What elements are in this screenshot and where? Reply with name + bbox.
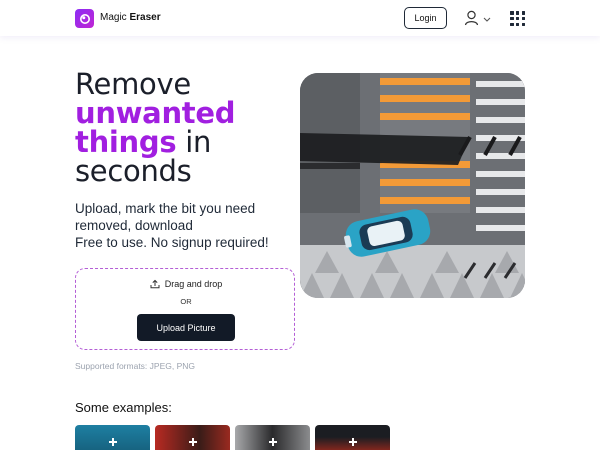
supported-formats: Supported formats: JPEG, PNG (75, 361, 195, 371)
top-navbar: Magic Eraser Login (0, 0, 600, 36)
example-thumbnail[interactable] (235, 425, 310, 450)
plus-icon (269, 438, 277, 446)
hero-title-line: Remove (75, 67, 191, 101)
magic-eraser-logo-icon[interactable] (75, 9, 94, 28)
subtitle-line: removed, download (75, 218, 193, 233)
hero-title: Remove unwanted things in seconds (75, 70, 295, 186)
plus-icon (349, 438, 357, 446)
user-menu[interactable] (464, 10, 494, 26)
brand-name[interactable]: Magic Eraser (100, 12, 161, 23)
subtitle-line: Upload, mark the bit you need (75, 201, 256, 216)
chevron-down-icon (483, 17, 491, 22)
brand-prefix: Magic (100, 12, 127, 23)
hero-subtitle: Upload, mark the bit you need removed, d… (75, 200, 295, 251)
example-thumbnail[interactable] (315, 425, 390, 450)
hero-title-accent: unwanted (75, 96, 236, 130)
hero-title-line: seconds (75, 154, 192, 188)
hero-example-image (300, 73, 525, 298)
plus-icon (189, 438, 197, 446)
plus-icon (109, 438, 117, 446)
upload-picture-button[interactable]: Upload Picture (137, 314, 235, 341)
subtitle-line: Free to use. No signup required! (75, 235, 269, 250)
example-thumbnail[interactable] (155, 425, 230, 450)
drag-and-drop-row: Drag and drop (76, 279, 296, 289)
or-separator: OR (180, 297, 192, 306)
brand-bold: Eraser (129, 12, 161, 23)
user-icon (464, 10, 479, 26)
example-thumbnail[interactable] (75, 425, 150, 450)
login-button[interactable]: Login (404, 7, 447, 29)
examples-heading: Some examples: (75, 400, 172, 415)
drag-and-drop-label: Drag and drop (164, 279, 223, 289)
drop-zone[interactable]: Drag and drop OR Upload Picture (75, 268, 295, 350)
upload-icon (150, 279, 160, 289)
apps-grid-icon[interactable] (510, 11, 526, 27)
